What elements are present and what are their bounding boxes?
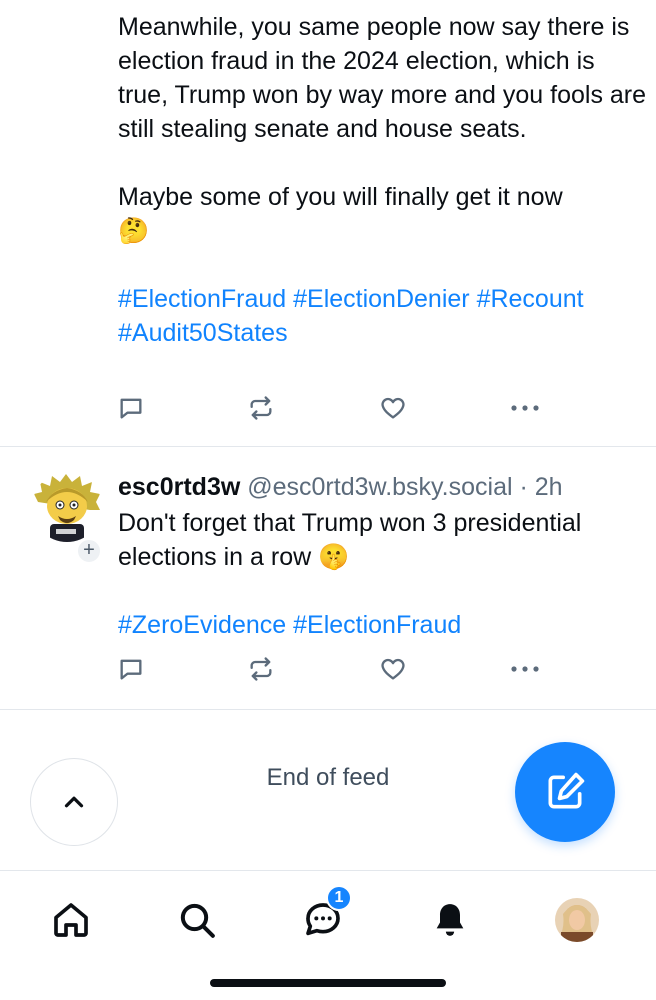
post-1: Meanwhile, you same people now say there…	[118, 10, 648, 350]
repost-icon	[250, 396, 272, 420]
author-display-name[interactable]: esc0rtd3w	[118, 473, 240, 501]
post-2-hashtags: #ZeroEvidence #ElectionFraud	[118, 608, 648, 642]
search-icon	[180, 903, 215, 938]
heart-icon	[381, 658, 405, 680]
tab-profile[interactable]	[552, 895, 602, 945]
tab-search[interactable]	[172, 895, 222, 945]
tab-notifications[interactable]	[425, 895, 475, 945]
profile-avatar	[555, 898, 599, 942]
author-avatar[interactable]: +	[32, 472, 102, 564]
post-separator: ·	[512, 473, 535, 501]
more-options-button[interactable]	[508, 391, 542, 425]
ellipsis-icon	[511, 405, 539, 411]
post-1-actions	[118, 391, 548, 425]
repost-icon	[250, 657, 272, 681]
compose-icon	[548, 772, 585, 809]
avatar	[32, 472, 102, 542]
tab-home[interactable]	[46, 895, 96, 945]
ellipsis-icon	[511, 666, 539, 672]
post-timestamp[interactable]: 2h	[535, 473, 563, 501]
bottom-tab-bar: 1	[0, 870, 656, 1000]
reply-icon	[120, 659, 142, 680]
like-button[interactable]	[376, 652, 410, 686]
notification-badge: 1	[326, 885, 352, 911]
tab-chat[interactable]: 1	[298, 885, 352, 945]
like-button[interactable]	[376, 391, 410, 425]
reply-icon	[120, 398, 142, 419]
end-of-feed-row: End of feed	[0, 710, 656, 870]
hashtag-link[interactable]: #ElectionDenier	[293, 285, 470, 313]
compose-button[interactable]	[515, 742, 615, 842]
hashtag-link[interactable]: #Recount	[477, 285, 584, 313]
author-handle[interactable]: @esc0rtd3w.bsky.social	[247, 473, 512, 501]
hashtag-link[interactable]: #ElectionFraud	[293, 611, 461, 639]
home-indicator	[210, 979, 446, 987]
hashtag-link[interactable]: #Audit50States	[118, 319, 288, 347]
repost-button[interactable]	[244, 652, 278, 686]
post-divider	[0, 446, 656, 447]
hashtag-link[interactable]: #ElectionFraud	[118, 285, 286, 313]
repost-button[interactable]	[244, 391, 278, 425]
post-2-text: Don't forget that Trump won 3 presidenti…	[118, 509, 589, 571]
post-2-body: Don't forget that Trump won 3 presidenti…	[118, 506, 648, 642]
bell-icon	[436, 904, 464, 936]
follow-plus-icon[interactable]: +	[76, 538, 102, 564]
post-1-text: Meanwhile, you same people now say there…	[118, 13, 647, 245]
hashtag-link[interactable]: #ZeroEvidence	[118, 611, 286, 639]
heart-icon	[381, 397, 405, 419]
post-1-hashtags: #ElectionFraud #ElectionDenier #Recount …	[118, 282, 648, 350]
more-options-button[interactable]	[508, 652, 542, 686]
reply-button[interactable]	[114, 391, 148, 425]
reply-button[interactable]	[114, 652, 148, 686]
post-author-line: esc0rtd3w @esc0rtd3w.bsky.social · 2h	[118, 470, 563, 504]
post-2-actions	[118, 652, 548, 686]
home-icon	[54, 903, 88, 937]
